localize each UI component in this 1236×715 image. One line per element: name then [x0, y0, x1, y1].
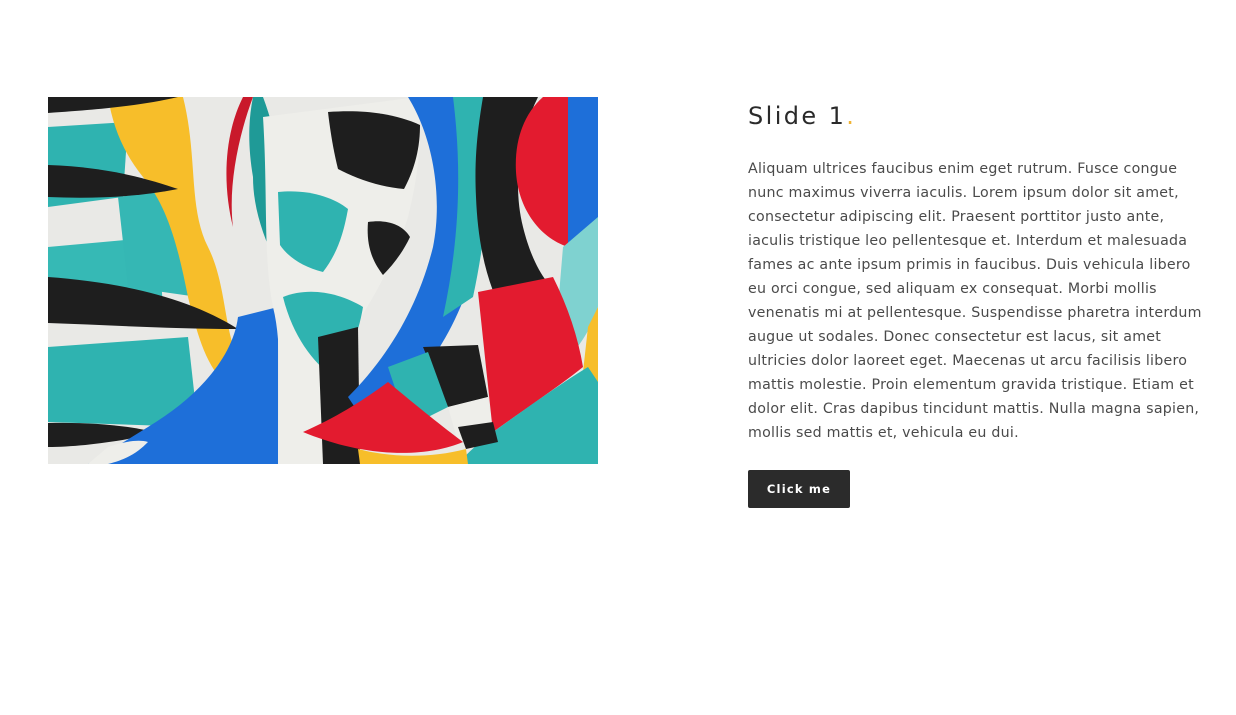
click-me-button[interactable]: Click me — [748, 470, 850, 508]
slide-1: Slide 1. Aliquam ultrices faucibus enim … — [0, 0, 1236, 715]
slide-title: Slide 1. — [748, 100, 1208, 132]
slide-description: Aliquam ultrices faucibus enim eget rutr… — [748, 161, 1202, 441]
slide-content: Slide 1. Aliquam ultrices faucibus enim … — [748, 100, 1208, 508]
slide-image — [48, 97, 598, 464]
slide-title-text: Slide 1 — [748, 102, 847, 130]
title-accent-dot: . — [846, 102, 857, 130]
abstract-mural-image — [48, 97, 598, 464]
